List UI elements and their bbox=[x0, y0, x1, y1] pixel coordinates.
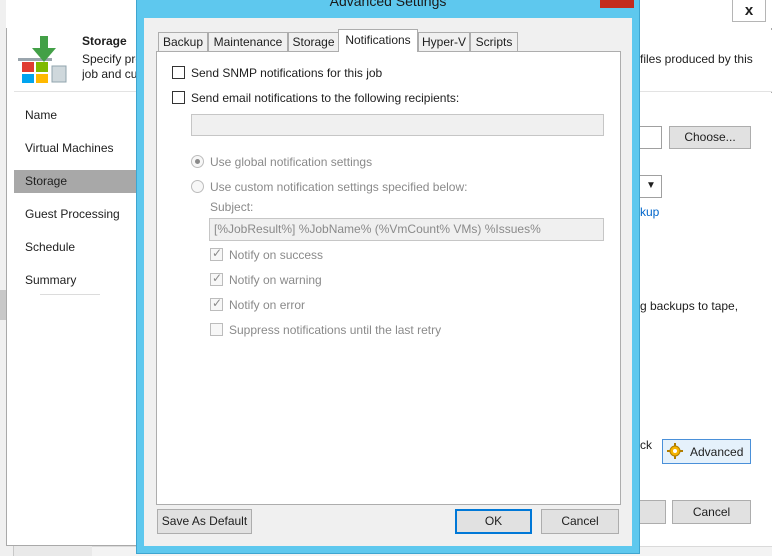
wizard-nav: Name Virtual Machines Storage Guest Proc… bbox=[14, 93, 136, 533]
recipients-input[interactable] bbox=[191, 114, 604, 136]
wizard-step-description-line1: Specify pro bbox=[82, 52, 142, 66]
background-edge bbox=[0, 290, 6, 320]
backup-link[interactable]: kup bbox=[640, 205, 659, 219]
tab-backup[interactable]: Backup bbox=[158, 32, 208, 51]
nav-item-guest-processing[interactable]: Guest Processing bbox=[14, 203, 136, 226]
use-global-radio[interactable] bbox=[191, 155, 204, 168]
ok-button[interactable]: OK bbox=[455, 509, 532, 534]
use-global-label: Use global notification settings bbox=[210, 155, 373, 169]
choose-button[interactable]: Choose... bbox=[669, 126, 751, 149]
close-icon: x bbox=[744, 2, 754, 19]
tab-maintenance[interactable]: Maintenance bbox=[208, 32, 288, 51]
nav-item-summary[interactable]: Summary bbox=[14, 269, 136, 292]
tab-notifications[interactable]: Notifications bbox=[338, 29, 418, 52]
suppress-checkbox[interactable] bbox=[210, 323, 223, 336]
cancel-button[interactable]: Cancel bbox=[541, 509, 619, 534]
dialog-title: Advanced Settings bbox=[329, 0, 447, 9]
tab-hyper-v[interactable]: Hyper-V bbox=[418, 32, 470, 51]
subject-label: Subject: bbox=[210, 200, 254, 214]
snmp-label: Send SNMP notifications for this job bbox=[191, 66, 383, 80]
email-checkbox[interactable] bbox=[172, 91, 185, 104]
nav-item-virtual-machines[interactable]: Virtual Machines bbox=[14, 137, 136, 160]
wizard-content bbox=[640, 93, 772, 546]
nav-item-name[interactable]: Name bbox=[14, 104, 136, 127]
chevron-down-icon: ▼ bbox=[646, 180, 656, 191]
wizard-step-description-right: files produced by this bbox=[640, 52, 753, 66]
gear-icon bbox=[667, 443, 683, 459]
tab-scripts[interactable]: Scripts bbox=[470, 32, 518, 51]
notify-success-label: Notify on success bbox=[229, 248, 324, 262]
use-custom-radio[interactable] bbox=[191, 180, 204, 193]
wizard-cancel-button[interactable]: Cancel bbox=[672, 500, 751, 524]
nav-item-schedule[interactable]: Schedule bbox=[14, 236, 136, 259]
notify-warning-label: Notify on warning bbox=[229, 273, 322, 287]
suppress-label: Suppress notifications until the last re… bbox=[229, 323, 442, 337]
wizard-close-button[interactable]: x bbox=[732, 0, 766, 22]
wizard-previous-button[interactable] bbox=[640, 500, 666, 524]
save-as-default-button[interactable]: Save As Default bbox=[157, 509, 252, 534]
tab-storage[interactable]: Storage bbox=[288, 32, 339, 51]
checkmark-icon: ✓ bbox=[212, 271, 223, 285]
nav-divider bbox=[40, 294, 100, 295]
use-custom-label: Use custom notification settings specifi… bbox=[210, 180, 468, 194]
advanced-button-label: Advanced bbox=[690, 445, 744, 459]
wizard-step-title: Storage bbox=[82, 34, 127, 48]
email-label: Send email notifications to the followin… bbox=[191, 91, 460, 105]
repository-path-input[interactable] bbox=[640, 126, 662, 149]
storage-icon bbox=[18, 36, 68, 84]
checkmark-icon: ✓ bbox=[212, 296, 223, 310]
notify-error-label: Notify on error bbox=[229, 298, 306, 312]
notify-warning-checkbox[interactable]: ✓ bbox=[210, 271, 223, 286]
checkmark-icon: ✓ bbox=[212, 246, 223, 260]
nav-item-storage[interactable]: Storage bbox=[14, 170, 136, 193]
notify-success-checkbox[interactable]: ✓ bbox=[210, 246, 223, 261]
tape-description: g backups to tape, bbox=[640, 299, 739, 313]
wizard-step-description-line2: job and cu bbox=[82, 67, 138, 81]
dialog-close-button[interactable] bbox=[600, 0, 634, 8]
advanced-description: ck bbox=[640, 438, 652, 452]
snmp-checkbox[interactable] bbox=[172, 66, 185, 79]
subject-input[interactable]: [%JobResult%] %JobName% (%VmCount% VMs) … bbox=[209, 218, 604, 241]
notify-error-checkbox[interactable]: ✓ bbox=[210, 296, 223, 311]
